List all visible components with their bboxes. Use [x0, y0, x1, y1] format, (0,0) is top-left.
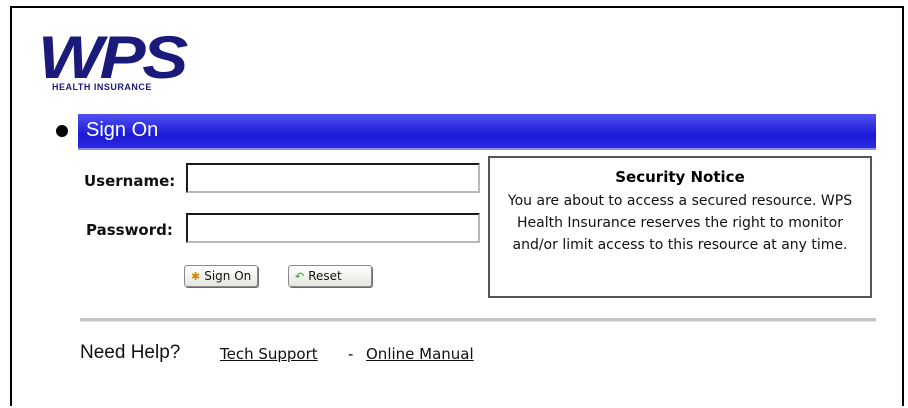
need-help-label: Need Help?	[80, 342, 181, 363]
security-notice-body: You are about to access a secured resour…	[507, 193, 853, 253]
signon-header-bar: Sign On	[78, 114, 876, 148]
key-icon: ✱	[191, 269, 201, 283]
username-label: Username:	[84, 172, 176, 190]
signon-button-label: Sign On	[204, 269, 252, 283]
link-separator: -	[348, 345, 354, 363]
tech-support-link[interactable]: Tech Support	[220, 345, 318, 363]
signon-button[interactable]: ✱ Sign On	[184, 265, 259, 287]
wps-logo: WPS HEALTH INSURANCE	[38, 28, 238, 96]
bullet-icon	[56, 125, 68, 137]
username-input[interactable]	[186, 163, 480, 193]
security-notice-title: Security Notice	[615, 168, 745, 186]
logo-subtitle: HEALTH INSURANCE	[52, 82, 152, 92]
reset-button[interactable]: ↶ Reset	[288, 265, 372, 287]
online-manual-link[interactable]: Online Manual	[366, 345, 474, 363]
reset-button-label: Reset	[308, 269, 342, 283]
password-input[interactable]	[186, 213, 480, 243]
security-notice-box: Security Notice You are about to access …	[488, 156, 872, 298]
signon-title: Sign On	[86, 119, 159, 141]
help-divider	[80, 318, 876, 322]
password-label: Password:	[86, 221, 173, 239]
undo-arrow-icon: ↶	[295, 269, 305, 283]
logo-wordmark: WPS	[38, 24, 188, 91]
